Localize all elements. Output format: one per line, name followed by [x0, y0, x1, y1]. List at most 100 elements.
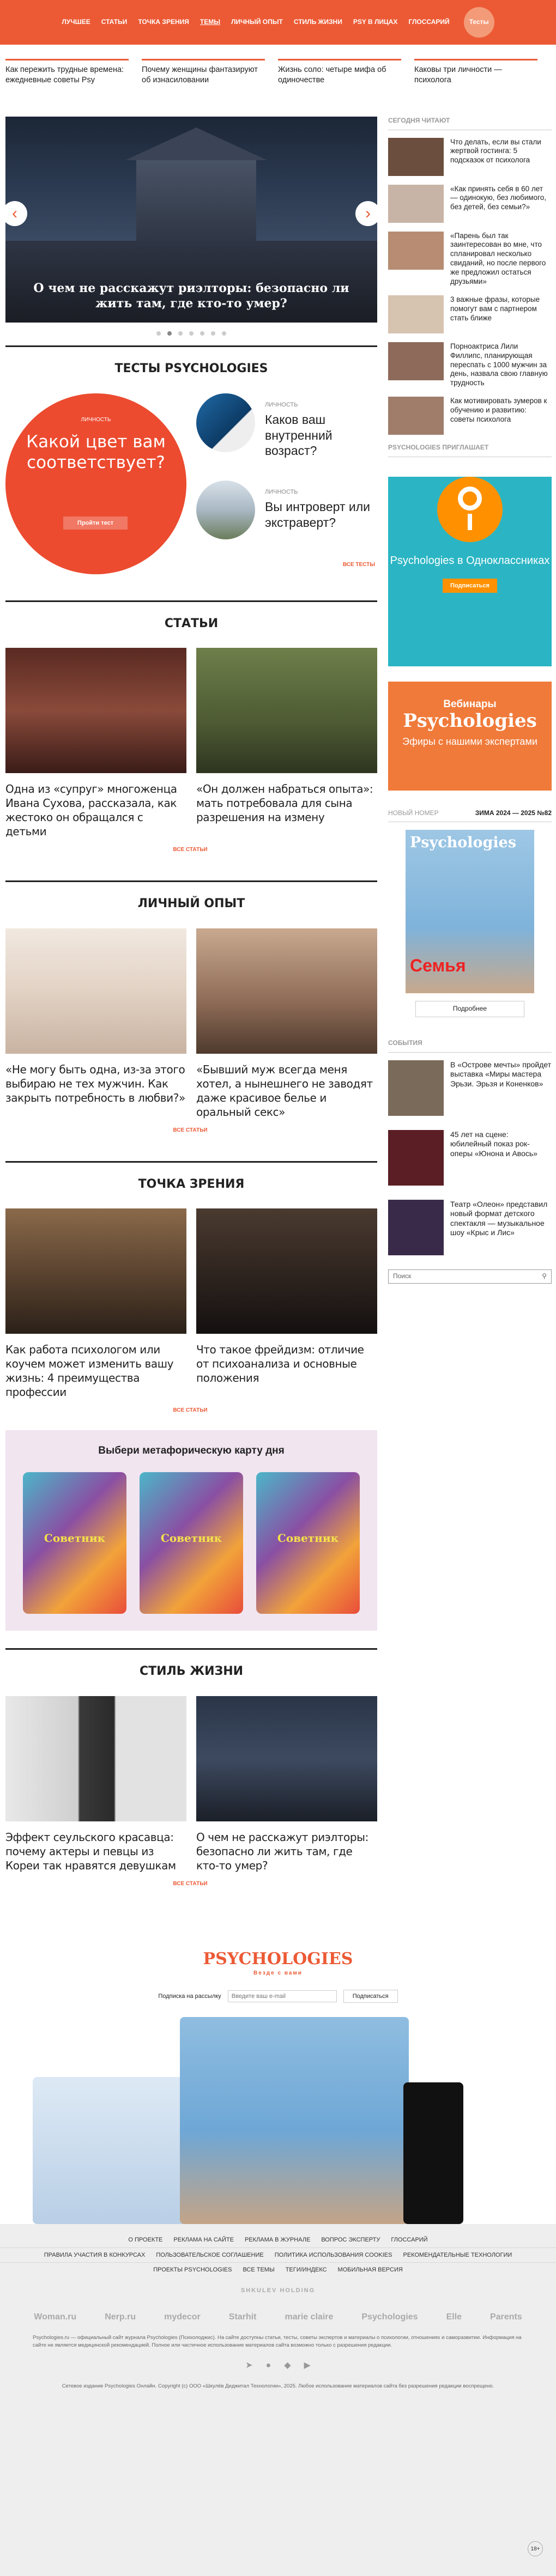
- footer-links-primary: О проекте Реклама на сайте Реклама в журна…: [0, 2233, 556, 2247]
- slider-dot[interactable]: [156, 331, 161, 336]
- footer-link[interactable]: О проекте: [128, 2236, 162, 2244]
- tests-button[interactable]: Тесты: [463, 7, 494, 38]
- ticker-item[interactable]: Каковы три личности — психолога: [414, 59, 537, 117]
- brand-logo[interactable]: Nerp.ru: [105, 2312, 136, 2323]
- issue-cover[interactable]: Psychologies Семья: [406, 830, 534, 994]
- slider-dot[interactable]: [167, 331, 172, 336]
- popular-item[interactable]: Как мотивировать зумеров к обучению и ра…: [388, 397, 552, 435]
- article-card[interactable]: Эффект сеульского красавца: почему актер…: [5, 1696, 186, 1873]
- popular-item[interactable]: «Как принять себя в 60 лет — одинокую, б…: [388, 184, 552, 223]
- nav-glossary[interactable]: Глоссарий: [408, 18, 449, 27]
- slider-dot[interactable]: [200, 331, 204, 336]
- article-title[interactable]: О чем не расскажут риэлторы: безопасно л…: [196, 1821, 377, 1873]
- subscribe-button[interactable]: Подписаться: [343, 1989, 398, 2003]
- metaphor-card[interactable]: Советник: [23, 1472, 126, 1614]
- take-test-button[interactable]: Пройти тест: [63, 516, 128, 530]
- nav-lifestyle[interactable]: Стиль жизни: [294, 18, 342, 27]
- holding-logo[interactable]: Shkulev holding: [0, 2287, 556, 2294]
- search-input[interactable]: Поиск ⚲: [388, 1269, 552, 1284]
- metaphor-card[interactable]: Советник: [256, 1472, 360, 1614]
- slider-dot[interactable]: [178, 331, 183, 336]
- article-card[interactable]: О чем не расскажут риэлторы: безопасно л…: [196, 1696, 377, 1873]
- ok-banner[interactable]: Psychologies в Одноклассниках Подписатьс…: [388, 476, 552, 666]
- telegram-icon[interactable]: ➤: [245, 2360, 252, 2372]
- test-card[interactable]: Личность Вы интроверт или экстраверт?: [196, 481, 377, 540]
- slider-next-arrow-icon[interactable]: ›: [355, 201, 377, 226]
- brand-logo[interactable]: Starhit: [229, 2312, 257, 2323]
- all-lifestyle-link[interactable]: Все статьи: [5, 1880, 377, 1887]
- event-item[interactable]: В «Острове мечты» пройдет выставка «Миры…: [388, 1060, 552, 1116]
- event-item[interactable]: 45 лет на сцене: юбилейный показ рок-опе…: [388, 1129, 552, 1186]
- all-personal-link[interactable]: Все статьи: [5, 1127, 377, 1134]
- ticker-item[interactable]: Жизнь соло: четыре мифа об одиночестве: [278, 59, 401, 117]
- test-title[interactable]: Вы интроверт или экстраверт?: [265, 499, 377, 531]
- brand-logo[interactable]: mydecor: [164, 2312, 201, 2323]
- issue-details-button[interactable]: Подробнее: [415, 1001, 524, 1017]
- featured-test[interactable]: Личность Какой цвет вам соответствует? П…: [5, 393, 186, 574]
- footer-link[interactable]: Вопрос эксперту: [321, 2236, 380, 2244]
- vk-icon[interactable]: ◆: [284, 2360, 291, 2372]
- slider-dot[interactable]: [211, 331, 215, 336]
- nav-topics[interactable]: Темы: [200, 18, 220, 27]
- slider-caption[interactable]: О чем не расскажут риэлторы: безопасно л…: [5, 281, 377, 312]
- footer-link[interactable]: Рекомендательные технологии: [403, 2251, 512, 2259]
- nav-best[interactable]: Лучшее: [62, 18, 90, 27]
- nav-personal[interactable]: Личный опыт: [231, 18, 283, 27]
- hero-slider[interactable]: О чем не расскажут риэлторы: безопасно л…: [5, 117, 377, 323]
- slider-dot[interactable]: [189, 331, 194, 336]
- slider-prev-arrow-icon[interactable]: ‹: [5, 201, 27, 226]
- footer-link[interactable]: Правила участия в конкурсах: [44, 2251, 146, 2259]
- footer-link[interactable]: Теги/индекс: [286, 2266, 327, 2274]
- footer-link[interactable]: Проекты Psychologies: [153, 2266, 232, 2274]
- all-tests-link[interactable]: Все тесты: [196, 561, 377, 568]
- test-card[interactable]: Личность Каков ваш внутренний возраст?: [196, 393, 377, 459]
- youtube-icon[interactable]: ▶: [304, 2360, 311, 2372]
- article-title[interactable]: Одна из «супруг» многоженца Ивана Сухова…: [5, 773, 186, 839]
- footer-link[interactable]: Пользовательское соглашение: [156, 2251, 263, 2259]
- article-card[interactable]: «Не могу быть одна, из-за этого выбираю …: [5, 928, 186, 1119]
- nav-psy-faces[interactable]: PSY в лицах: [353, 18, 398, 27]
- article-card[interactable]: Одна из «супруг» многоженца Ивана Сухова…: [5, 648, 186, 839]
- footer-link[interactable]: Реклама в журнале: [245, 2236, 310, 2244]
- metaphor-card[interactable]: Советник: [140, 1472, 243, 1614]
- footer-link[interactable]: Политика использования cookies: [275, 2251, 392, 2259]
- article-card[interactable]: Что такое фрейдизм: отличие от психоанал…: [196, 1208, 377, 1399]
- ticker-item[interactable]: Как пережить трудные времена: ежедневные…: [5, 59, 129, 117]
- webinar-banner[interactable]: Вебинары Psychologies Эфиры с нашими экс…: [388, 681, 552, 791]
- slider-dot[interactable]: [222, 331, 226, 336]
- email-field[interactable]: [227, 1990, 337, 2003]
- article-title[interactable]: Как работа психологом или коучем может и…: [5, 1334, 186, 1399]
- nav-articles[interactable]: Статьи: [101, 18, 128, 27]
- article-title[interactable]: Эффект сеульского красавца: почему актер…: [5, 1821, 186, 1873]
- footer-link[interactable]: Мобильная версия: [338, 2266, 403, 2274]
- popular-item[interactable]: Порноактриса Лили Филлипс, планирующая п…: [388, 342, 552, 388]
- all-viewpoint-link[interactable]: Все статьи: [5, 1407, 377, 1414]
- brand-logo[interactable]: Elle: [446, 2312, 462, 2323]
- brand-logo[interactable]: marie claire: [285, 2312, 333, 2323]
- article-title[interactable]: «Не могу быть одна, из-за этого выбираю …: [5, 1054, 186, 1105]
- article-title[interactable]: «Он должен набраться опыта»: мать потреб…: [196, 773, 377, 824]
- brand-logo[interactable]: Psychologies: [361, 2312, 418, 2323]
- popular-item[interactable]: Что делать, если вы стали жертвой гостин…: [388, 137, 552, 176]
- search-icon[interactable]: ⚲: [542, 1272, 547, 1281]
- article-card[interactable]: «Бывший муж всегда меня хотел, а нынешне…: [196, 928, 377, 1119]
- footer-link[interactable]: Реклама на сайте: [173, 2236, 234, 2244]
- test-title[interactable]: Каков ваш внутренний возраст?: [265, 412, 377, 459]
- brand-logo[interactable]: Woman.ru: [34, 2312, 76, 2323]
- article-card[interactable]: «Он должен набраться опыта»: мать потреб…: [196, 648, 377, 839]
- footer-link[interactable]: Глоссарий: [391, 2236, 427, 2244]
- nav-viewpoint[interactable]: Точка зрения: [138, 18, 189, 27]
- popular-item[interactable]: «Парень был так заинтересован во мне, чт…: [388, 231, 552, 287]
- popular-item[interactable]: 3 важные фразы, которые помогут вам с па…: [388, 295, 552, 333]
- event-item[interactable]: Театр «Олеон» представил новый формат де…: [388, 1199, 552, 1255]
- footer-link[interactable]: Все темы: [243, 2266, 274, 2274]
- brand-logo[interactable]: Parents: [490, 2312, 522, 2323]
- ticker-item[interactable]: Почему женщины фантазируют об изнасилова…: [142, 59, 265, 117]
- ok-subscribe-button[interactable]: Подписаться: [443, 578, 497, 593]
- article-card[interactable]: Как работа психологом или коучем может и…: [5, 1208, 186, 1399]
- ok-icon[interactable]: ●: [266, 2360, 271, 2372]
- popular-title: Сегодня читают: [388, 117, 552, 130]
- article-title[interactable]: «Бывший муж всегда меня хотел, а нынешне…: [196, 1054, 377, 1119]
- article-title[interactable]: Что такое фрейдизм: отличие от психоанал…: [196, 1334, 377, 1385]
- all-articles-link[interactable]: Все статьи: [5, 846, 377, 853]
